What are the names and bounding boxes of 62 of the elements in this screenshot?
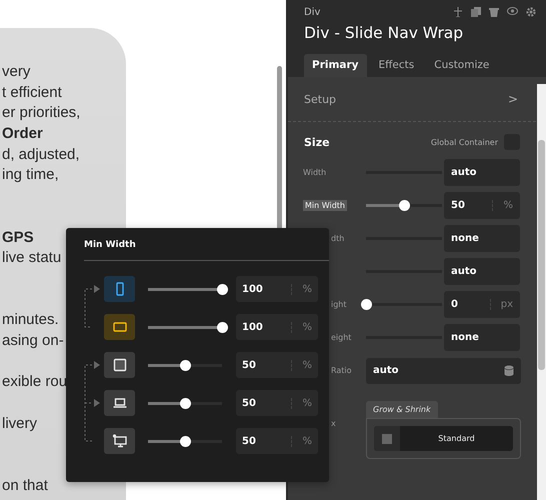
grow-shrink-tab[interactable]: Grow & Shrink [366, 401, 438, 418]
value-field[interactable]: 50 % [236, 390, 318, 416]
panel-title: Div - Slide Nav Wrap [304, 24, 464, 42]
setup-section[interactable]: Setup > [288, 77, 536, 122]
text-heading: Order [2, 124, 43, 144]
element-type: Div [304, 6, 320, 18]
field-label: dth [330, 234, 346, 243]
anchor-icon[interactable] [453, 7, 463, 17]
text-line: very [2, 62, 30, 82]
device-button[interactable] [104, 390, 135, 416]
slider-thumb[interactable] [216, 322, 228, 332]
slider-thumb[interactable] [180, 398, 190, 408]
text-line: d, adjusted, [2, 144, 80, 165]
field-label: Ratio [330, 366, 353, 375]
slider-thumb[interactable] [180, 360, 190, 370]
slider-thumb[interactable] [216, 284, 228, 294]
text-heading: GPS [2, 228, 34, 248]
tab[interactable]: Customize [426, 54, 498, 77]
text-line: on that [2, 476, 48, 496]
text-line: livery [2, 414, 38, 434]
device-button[interactable] [104, 276, 135, 302]
popup-title: Min Width [84, 240, 329, 261]
value-field[interactable]: 0 px [444, 291, 520, 318]
slider-thumb[interactable] [360, 299, 372, 310]
field-label: Min Width [303, 200, 347, 211]
text-line: ing time, [2, 165, 59, 186]
value-field[interactable]: none [444, 324, 520, 351]
value-field[interactable]: 50 % [444, 192, 520, 219]
slider-thumb[interactable] [398, 200, 410, 211]
ratio-field[interactable]: auto [366, 358, 521, 384]
value-field[interactable]: 100 % [236, 276, 318, 302]
value-field[interactable]: 100 % [236, 314, 318, 340]
tab[interactable]: Effects [370, 54, 422, 77]
tab[interactable]: Primary [304, 54, 367, 77]
field-label: eight [330, 333, 352, 342]
field-label: ight [330, 300, 348, 309]
device-button[interactable] [104, 428, 135, 454]
text-line: exible rou [2, 372, 68, 392]
standard-option[interactable]: Standard [374, 426, 513, 451]
text-line: t efficient [2, 82, 62, 103]
text-line: minutes. [2, 310, 59, 330]
text-line: er priorities, [2, 103, 80, 124]
value-field[interactable]: none [444, 225, 520, 252]
device-button[interactable] [104, 314, 135, 340]
value-field[interactable]: 50 % [236, 428, 318, 454]
field-label: Width [303, 168, 328, 177]
field-label: x [330, 418, 337, 428]
value-field[interactable]: auto [444, 159, 520, 186]
global-container-label: Global Container [430, 138, 498, 146]
value-field[interactable]: 50 % [236, 352, 318, 378]
eye-icon[interactable] [507, 7, 518, 15]
database-icon [504, 365, 514, 376]
text-line: asing on- [2, 330, 64, 351]
checkbox-icon [382, 434, 392, 444]
slider-thumb[interactable] [180, 436, 190, 446]
section-heading: Size [304, 136, 330, 148]
copy-icon[interactable] [471, 7, 481, 17]
value-field[interactable]: auto [444, 258, 520, 285]
trash-icon[interactable] [489, 7, 499, 17]
settings-icon[interactable] [526, 7, 536, 17]
text-line: live statu [2, 248, 62, 268]
device-button[interactable] [104, 352, 135, 378]
